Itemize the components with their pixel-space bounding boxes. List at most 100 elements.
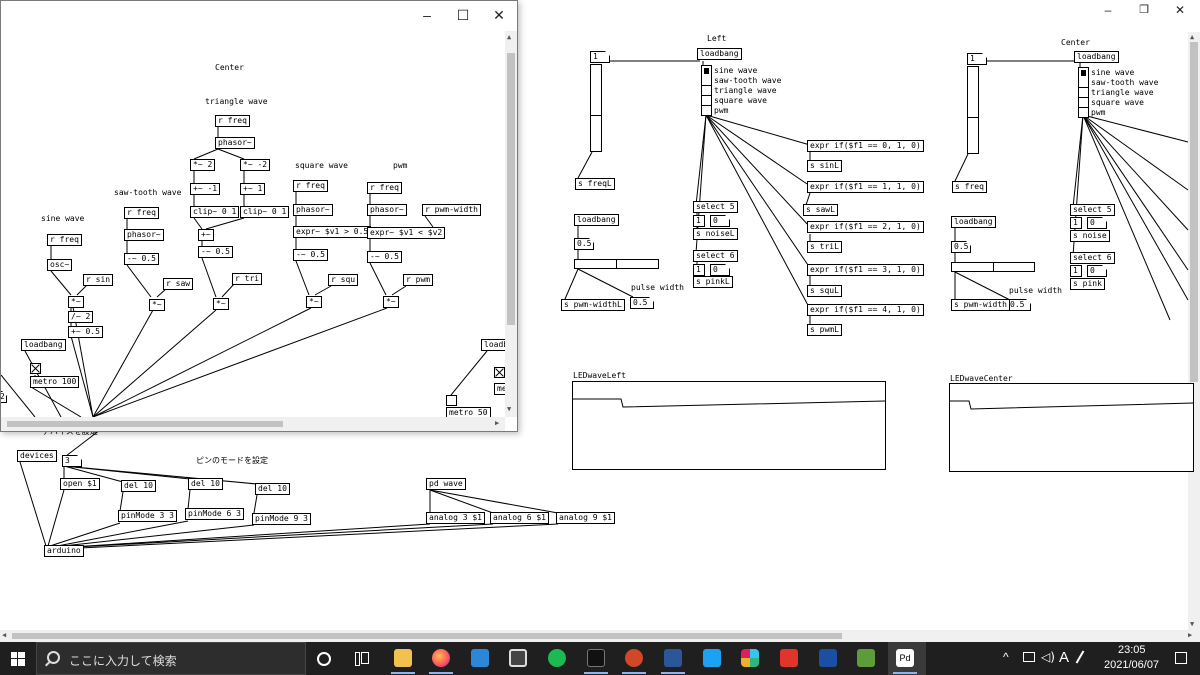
device-number[interactable]: 3 bbox=[62, 455, 82, 467]
left-wave-array[interactable] bbox=[572, 381, 886, 470]
del-10-b[interactable]: del 10 bbox=[188, 478, 223, 490]
center-s-freq[interactable]: s freq bbox=[952, 181, 987, 193]
task-view-icon[interactable] bbox=[355, 652, 369, 666]
pinmode-3[interactable]: pinMode 3 3 bbox=[118, 510, 177, 522]
center-select-6[interactable]: select 6 bbox=[1070, 252, 1115, 264]
sub-number-box[interactable]: 2 bbox=[1, 391, 7, 403]
squ-mul[interactable]: *~ bbox=[306, 296, 322, 308]
subpatch-titlebar[interactable]: – ☐ ✕ bbox=[1, 1, 517, 31]
analog-6[interactable]: analog 6 $1 bbox=[490, 512, 549, 524]
pwm-minus[interactable]: -~ 0.5 bbox=[367, 251, 402, 263]
left-s-pink[interactable]: s pinkL bbox=[693, 276, 733, 288]
tri-r-freq[interactable]: r freq bbox=[215, 115, 250, 127]
saw-minus[interactable]: -~ 0.5 bbox=[124, 253, 159, 265]
squ-phasor[interactable]: phasor~ bbox=[293, 204, 333, 216]
mail-icon[interactable] bbox=[471, 649, 489, 667]
pwm-phasor[interactable]: phasor~ bbox=[367, 204, 407, 216]
restore-button[interactable]: ❐ bbox=[1126, 0, 1162, 24]
notification-icon[interactable] bbox=[1175, 652, 1187, 664]
close-button[interactable]: ✕ bbox=[1162, 0, 1198, 24]
pinmode-6[interactable]: pinMode 6 3 bbox=[185, 508, 244, 520]
scroll-right-icon[interactable]: ▶ bbox=[1188, 631, 1192, 639]
center-num-0a[interactable]: 0 bbox=[1087, 217, 1107, 229]
center-s-pink[interactable]: s pink bbox=[1070, 278, 1105, 290]
scroll-thumb[interactable] bbox=[1190, 42, 1198, 382]
scroll-down-icon[interactable]: ▼ bbox=[1190, 620, 1194, 628]
pwm-r-width[interactable]: r pwm-width bbox=[422, 204, 481, 216]
sine-div[interactable]: /~ 2 bbox=[68, 311, 94, 323]
pen-icon[interactable] bbox=[1075, 650, 1085, 664]
firefox-icon[interactable] bbox=[432, 649, 450, 667]
subpatch-window[interactable]: – ☐ ✕ Center triangle wave r freq phasor… bbox=[0, 0, 518, 432]
tri-mul-2[interactable]: *~ 2 bbox=[190, 159, 216, 171]
analog-3[interactable]: analog 3 $1 bbox=[426, 512, 485, 524]
left-send-3[interactable]: s squL bbox=[807, 285, 842, 297]
ime-indicator[interactable]: A bbox=[1059, 649, 1069, 666]
squ-r-squ[interactable]: r squ bbox=[328, 274, 359, 286]
sub-horizontal-scrollbar[interactable]: ▶ bbox=[1, 417, 505, 431]
left-expr-0[interactable]: expr if($f1 == 0, 1, 0) bbox=[807, 140, 924, 152]
left-msg-1b[interactable]: 1 bbox=[693, 264, 705, 276]
cortana-icon[interactable] bbox=[317, 652, 331, 666]
left-pulse-width-value[interactable]: 0.5 bbox=[630, 297, 654, 309]
tri-mul[interactable]: *~ bbox=[213, 298, 229, 310]
volume-icon[interactable]: ◁) bbox=[1041, 650, 1055, 664]
saw-r-saw[interactable]: r saw bbox=[163, 278, 194, 290]
sub-scroll-down-icon[interactable]: ▼ bbox=[507, 405, 511, 413]
thunderbolt-app-icon[interactable] bbox=[587, 649, 605, 667]
minimize-button[interactable]: – bbox=[1090, 0, 1126, 24]
left-select-5[interactable]: select 5 bbox=[693, 201, 738, 213]
tri-add-1[interactable]: +~ 1 bbox=[240, 183, 266, 195]
left-s-freq[interactable]: s freqL bbox=[575, 178, 615, 190]
clock-time[interactable]: 23:05 bbox=[1118, 644, 1146, 656]
left-freq-number[interactable]: 1 bbox=[590, 51, 610, 63]
squ-expr[interactable]: expr~ $v1 > 0.5 bbox=[293, 226, 372, 238]
sub-hscroll-thumb[interactable] bbox=[7, 421, 283, 427]
squ-r-freq[interactable]: r freq bbox=[293, 180, 328, 192]
left-msg-05[interactable]: 0.5 bbox=[574, 238, 594, 250]
tri-mul-m2[interactable]: *~ -2 bbox=[240, 159, 271, 171]
center-pulse-width-value[interactable]: 0.5 bbox=[1007, 299, 1031, 311]
left-send-4[interactable]: s pwmL bbox=[807, 324, 842, 336]
tri-r-tri[interactable]: r tri bbox=[232, 273, 263, 285]
sub-me[interactable]: me bbox=[494, 383, 505, 395]
sine-r-freq[interactable]: r freq bbox=[47, 234, 82, 246]
saw-mul[interactable]: *~ bbox=[149, 299, 165, 311]
pure-data-icon[interactable]: Pd bbox=[896, 649, 914, 667]
slack-icon[interactable] bbox=[741, 649, 759, 667]
sine-osc[interactable]: osc~ bbox=[47, 259, 73, 271]
word-icon[interactable] bbox=[664, 649, 682, 667]
center-freq-slider[interactable] bbox=[967, 66, 979, 154]
center-wave-array[interactable] bbox=[949, 383, 1194, 472]
tri-clip-2[interactable]: clip~ 0 1 bbox=[240, 206, 290, 218]
sub-minimize-button[interactable]: – bbox=[409, 1, 445, 29]
sub-scroll-right-icon[interactable]: ▶ bbox=[495, 419, 499, 427]
left-send-1[interactable]: s sawL bbox=[803, 204, 838, 216]
tri-sum[interactable]: +~ bbox=[198, 229, 214, 241]
saw-phasor[interactable]: phasor~ bbox=[124, 229, 164, 241]
left-send-0[interactable]: s sinL bbox=[807, 160, 842, 172]
arduino-object[interactable]: arduino bbox=[44, 545, 84, 557]
clock-date[interactable]: 2021/06/07 bbox=[1104, 659, 1159, 671]
sub-close-button[interactable]: ✕ bbox=[481, 1, 517, 29]
left-s-pwm-width[interactable]: s pwm-widthL bbox=[561, 299, 625, 311]
center-pwm-slider[interactable] bbox=[951, 262, 1035, 272]
sub-bang[interactable] bbox=[446, 395, 457, 406]
adobe-app-icon[interactable] bbox=[780, 649, 798, 667]
left-msg-1a[interactable]: 1 bbox=[693, 215, 705, 227]
store-icon[interactable] bbox=[509, 649, 527, 667]
left-expr-4[interactable]: expr if($f1 == 4, 1, 0) bbox=[807, 304, 924, 316]
center-loadbang-2[interactable]: loadbang bbox=[951, 216, 996, 228]
center-loadbang[interactable]: loadbang bbox=[1074, 51, 1119, 63]
center-select-5[interactable]: select 5 bbox=[1070, 204, 1115, 216]
sub-loadbang-2[interactable]: loadb bbox=[481, 339, 505, 351]
del-10-a[interactable]: del 10 bbox=[121, 480, 156, 492]
left-num-0a[interactable]: 0 bbox=[710, 215, 730, 227]
search-box[interactable]: ここに入力して検索 bbox=[36, 642, 306, 675]
squ-minus[interactable]: -~ 0.5 bbox=[293, 249, 328, 261]
sub-scroll-up-icon[interactable]: ▲ bbox=[507, 33, 511, 41]
left-pwm-slider[interactable] bbox=[574, 259, 659, 269]
sub-maximize-button[interactable]: ☐ bbox=[445, 1, 481, 29]
pwm-r-freq[interactable]: r freq bbox=[367, 182, 402, 194]
pd-wave-subpatch[interactable]: pd wave bbox=[426, 478, 466, 490]
